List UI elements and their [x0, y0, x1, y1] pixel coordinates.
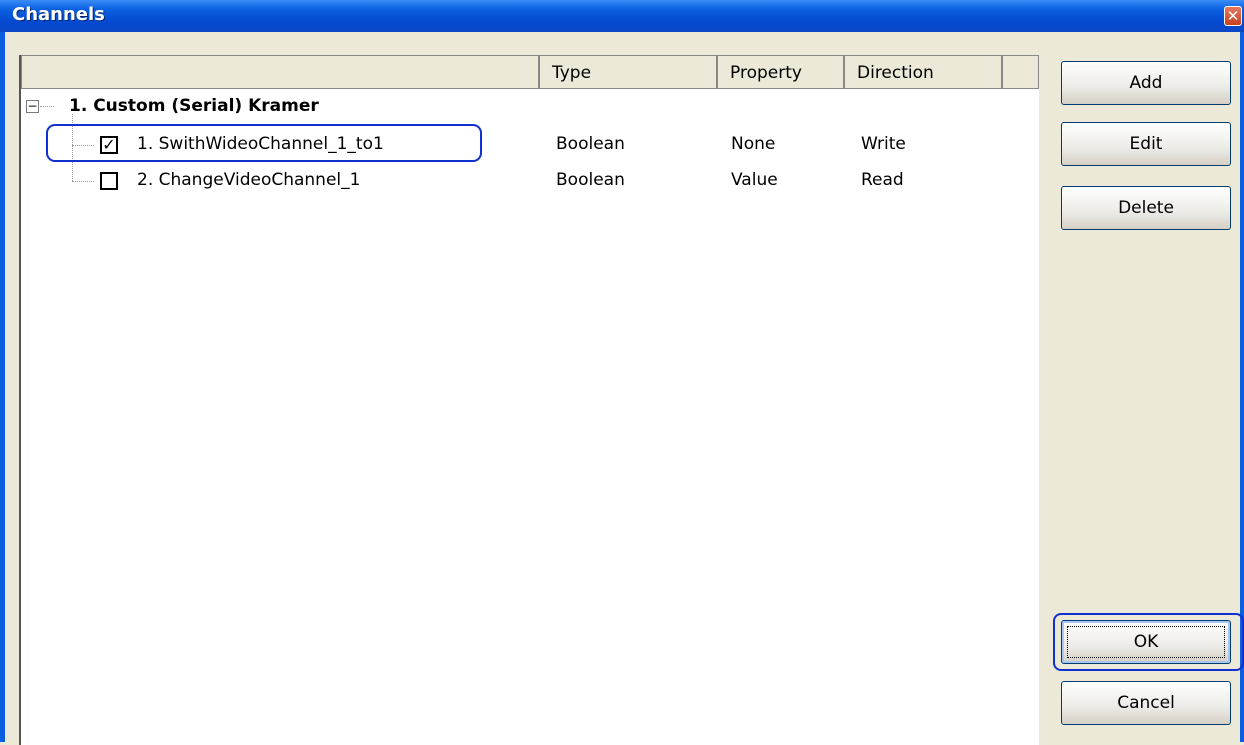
- channel-type-1: Boolean: [556, 134, 625, 154]
- tree-line-connector: [40, 106, 54, 107]
- close-icon[interactable]: ✕: [1224, 6, 1242, 26]
- edit-button[interactable]: Edit: [1061, 122, 1231, 166]
- column-header-property[interactable]: Property: [717, 55, 844, 89]
- title-bar[interactable]: Channels ✕: [0, 0, 1244, 32]
- ok-button[interactable]: OK: [1061, 620, 1231, 664]
- ok-button-label: OK: [1067, 626, 1225, 658]
- channel-checkbox-1[interactable]: ✓: [100, 136, 118, 154]
- group-node-label[interactable]: 1. Custom (Serial) Kramer: [69, 96, 319, 116]
- column-header-direction[interactable]: Direction: [844, 55, 1002, 89]
- tree-line-branch: [72, 181, 94, 182]
- column-header-filler: [1002, 55, 1039, 89]
- channel-type-2: Boolean: [556, 170, 625, 190]
- channel-name-1[interactable]: 1. SwithWideoChannel_1_to1: [137, 134, 384, 154]
- collapse-icon[interactable]: −: [26, 100, 39, 113]
- delete-button[interactable]: Delete: [1061, 186, 1231, 230]
- channel-direction-1: Write: [861, 134, 906, 154]
- channel-name-2[interactable]: 2. ChangeVideoChannel_1: [137, 170, 360, 190]
- channel-property-2: Value: [731, 170, 778, 190]
- window-title: Channels: [12, 4, 105, 25]
- channel-property-1: None: [731, 134, 776, 154]
- column-header-name[interactable]: [21, 55, 539, 89]
- add-button[interactable]: Add: [1061, 61, 1231, 105]
- channel-direction-2: Read: [861, 170, 904, 190]
- column-header-type[interactable]: Type: [539, 55, 717, 89]
- channel-checkbox-2[interactable]: [100, 172, 118, 190]
- cancel-button[interactable]: Cancel: [1061, 681, 1231, 725]
- window-frame-left: [0, 32, 5, 742]
